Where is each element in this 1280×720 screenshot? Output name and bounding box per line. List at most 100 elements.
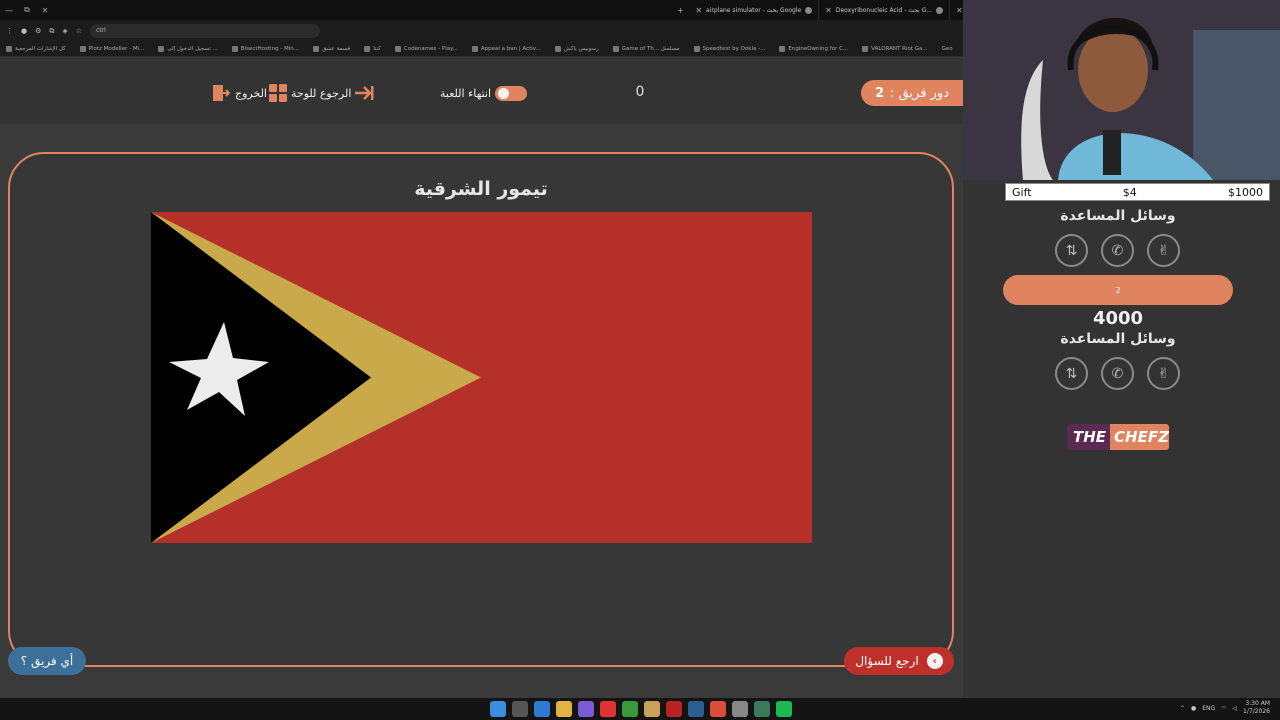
star-icon[interactable]: ☆ <box>76 27 82 35</box>
app-icon[interactable] <box>754 701 770 717</box>
team2-aids: ⇅ ✆ ✌ <box>1055 357 1180 390</box>
task-view-icon[interactable] <box>512 701 528 717</box>
logo-part2: CHEFZ <box>1110 424 1169 450</box>
chevron-up-icon[interactable]: ⌃ <box>1180 705 1185 712</box>
gift-label: Gift <box>1012 185 1032 199</box>
bookmark-item[interactable]: Speedtest by Ookla -... <box>693 46 765 52</box>
volume-icon[interactable]: ◁ <box>1232 705 1237 712</box>
bookmark-icon <box>394 46 401 52</box>
mic-icon[interactable]: ● <box>1191 705 1196 712</box>
taskbar-apps <box>490 701 792 717</box>
door-exit-icon <box>213 85 231 101</box>
which-team-label: أي فريق ؟ <box>20 654 74 668</box>
edge-icon[interactable] <box>534 701 550 717</box>
xbox-icon[interactable] <box>622 701 638 717</box>
url-input[interactable]: ctrl <box>90 24 321 38</box>
minimize-icon[interactable]: — <box>0 6 18 15</box>
team1-aids-label: وسائل المساعدة <box>1060 208 1176 224</box>
tab-label: Deoxyribonucleic Acid - بحث G... <box>835 6 932 14</box>
bookmark-icon <box>554 46 561 52</box>
restore-icon[interactable]: ⧉ <box>18 5 36 15</box>
team-turn-label: دور فريق : <box>890 85 949 101</box>
end-game-exit-icon[interactable] <box>353 82 375 104</box>
chevron-left-icon: ‹ <box>926 653 943 669</box>
end-game-label: انتهاء اللعبة <box>440 86 492 100</box>
the-chefz-logo: THE CHEFZ <box>1067 424 1169 450</box>
back-to-question-label: ارجع للسؤال <box>855 654 919 668</box>
team-turn-badge: دور فريق : 2 <box>861 80 963 106</box>
team-turn-value: 2 <box>875 85 885 101</box>
exit-label: الخروج <box>235 86 267 100</box>
back-to-board-label: الرجوع للوحة <box>291 86 352 100</box>
bookmark-item[interactable]: Plotz Modeller - Mi... <box>79 46 144 52</box>
team1-aids: ⇅ ✆ ✌ <box>1055 234 1180 267</box>
phone-aid-icon[interactable]: ✆ <box>1101 234 1134 267</box>
back-to-question-button[interactable]: ارجع للسؤال ‹ <box>844 647 954 675</box>
gift-goal: $1000 <box>1227 185 1263 199</box>
phone-aid-icon[interactable]: ✆ <box>1101 357 1134 390</box>
bookmark-item[interactable]: Codenames - Play... <box>394 46 458 52</box>
back-to-board-button[interactable]: الرجوع للوحة <box>269 82 351 104</box>
folder-icon <box>6 46 12 52</box>
bookmark-icon <box>364 46 371 52</box>
steam-icon[interactable] <box>688 701 704 717</box>
clock-date: 1/7/2026 <box>1243 708 1270 715</box>
screen: { "browser": { "tabs": [ {"label": "airp… <box>0 0 1280 720</box>
close-tab-icon[interactable]: ✕ <box>695 6 702 15</box>
center-score: 0 <box>635 84 645 100</box>
start-icon[interactable] <box>490 701 506 717</box>
spotify-icon[interactable] <box>776 701 792 717</box>
bookmark-item[interactable]: Game of Th... مسلسل <box>612 46 680 52</box>
app-icon[interactable] <box>732 701 748 717</box>
close-window-icon[interactable]: ✕ <box>36 6 54 15</box>
bookmark-item[interactable]: Geo <box>942 46 953 52</box>
wifi-icon[interactable]: ◠ <box>1221 705 1226 712</box>
bookmark-icon <box>79 46 86 52</box>
bookmark-icon <box>693 46 700 52</box>
which-team-button[interactable]: أي فريق ؟ <box>8 647 86 675</box>
bookmark-item[interactable]: EngineOwning for C... <box>779 46 848 52</box>
bookmark-item[interactable]: تسجيل الدخول إلى ... <box>158 46 218 52</box>
new-tab-icon[interactable]: + <box>671 6 689 15</box>
team2-name: 2 <box>1115 285 1121 295</box>
bookmark-icon <box>158 46 165 52</box>
discord-icon[interactable] <box>578 701 594 717</box>
menu-icon[interactable]: ⋮ <box>6 27 13 35</box>
system-tray: ⌃ ● ENG ◠ ◁ 3:30 AM 1/7/2026 <box>1180 700 1270 716</box>
tab-airplane[interactable]: ✕ airplane simulator - بحث Google <box>689 0 820 20</box>
youtube-icon[interactable] <box>600 701 616 717</box>
copy-icon[interactable]: ⧉ <box>49 27 54 36</box>
file-explorer-icon[interactable] <box>556 701 572 717</box>
exit-button[interactable]: الخروج <box>211 82 267 104</box>
toggle-switch[interactable] <box>495 85 528 101</box>
app-icon[interactable] <box>666 701 682 717</box>
clock[interactable]: 3:30 AM 1/7/2026 <box>1243 700 1270 716</box>
gift-goal-bar: Gift $4 $1000 <box>1005 183 1270 201</box>
close-tab-icon[interactable]: ✕ <box>956 6 963 15</box>
team2-score: 4000 <box>1092 308 1144 329</box>
favicon-icon <box>936 6 943 14</box>
end-game-toggle[interactable]: انتهاء اللعبة <box>440 82 528 104</box>
app-icon[interactable] <box>644 701 660 717</box>
victory-hand-aid-icon[interactable]: ✌ <box>1147 357 1180 390</box>
chrome-icon[interactable] <box>710 701 726 717</box>
bookmark-icon <box>779 46 786 52</box>
bookmark-item[interactable]: Appeal a ban | Activ... <box>471 46 541 52</box>
bookmark-item[interactable]: كل الإشارات المرجعية <box>6 46 66 52</box>
bookmark-item[interactable]: قسمة عشق <box>313 46 350 52</box>
profile-icon[interactable]: ● <box>21 27 27 35</box>
team2-name-bar: 2 <box>1003 275 1233 305</box>
bookmark-icon <box>231 46 238 52</box>
bookmark-item[interactable]: VALORANT Riot Ga... <box>862 46 928 52</box>
bookmark-item[interactable]: رسوبيس ياكش <box>554 46 599 52</box>
victory-hand-aid-icon[interactable]: ✌ <box>1147 234 1180 267</box>
extensions-icon[interactable]: ⚙ <box>35 27 41 35</box>
swap-aid-icon[interactable]: ⇅ <box>1055 234 1088 267</box>
shield-icon[interactable]: ◈ <box>62 27 67 35</box>
close-tab-icon[interactable]: ✕ <box>825 6 832 15</box>
swap-aid-icon[interactable]: ⇅ <box>1055 357 1088 390</box>
bookmark-item[interactable]: BisectHosting - Min... <box>231 46 299 52</box>
tab-dna[interactable]: ✕ Deoxyribonucleic Acid - بحث G... <box>819 0 950 20</box>
bookmark-item[interactable]: كنتا <box>364 46 381 52</box>
language-indicator[interactable]: ENG <box>1202 705 1215 712</box>
